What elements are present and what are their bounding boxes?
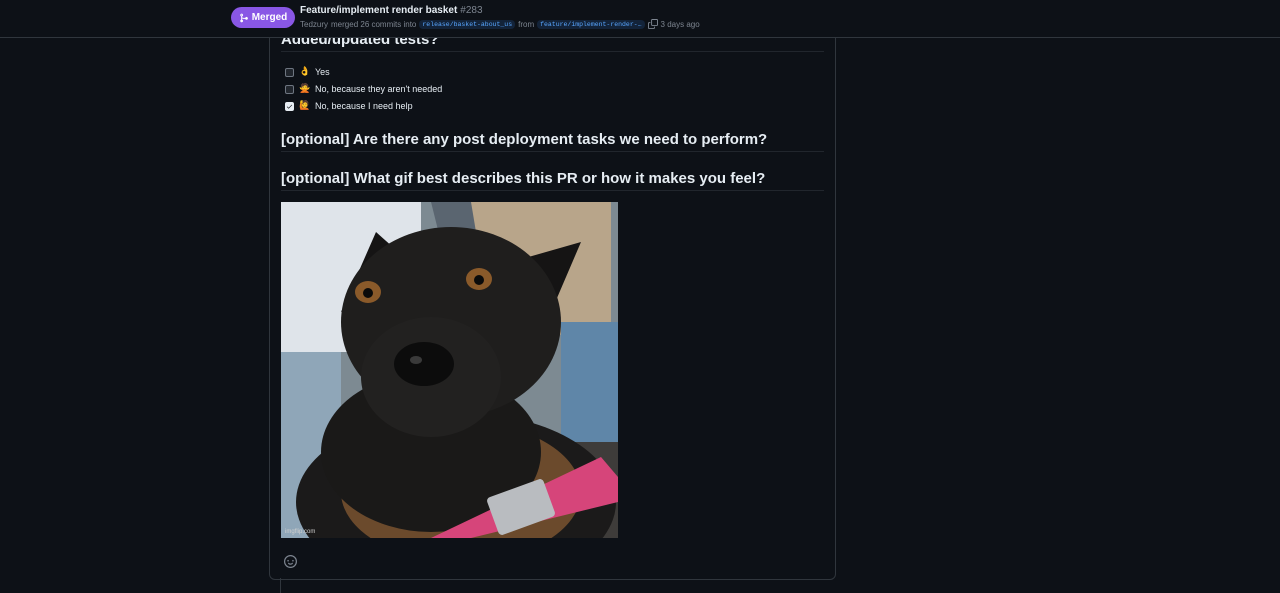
task-label: No, because they aren't needed <box>315 84 443 94</box>
task-item-not-needed: 🙅 No, because they aren't needed <box>285 84 442 94</box>
person-raising-hand-icon: 🙋 <box>299 101 311 111</box>
status-label: Merged <box>251 12 288 23</box>
task-item-yes: 👌 Yes <box>285 67 330 77</box>
task-label: Yes <box>315 67 330 77</box>
pr-number: #283 <box>460 5 483 16</box>
task-checkbox-checked[interactable] <box>285 101 294 111</box>
heading-divider <box>281 190 824 191</box>
task-checkbox[interactable] <box>285 84 294 94</box>
pr-title-line: Feature/implement render basket #283 <box>300 5 483 16</box>
merge-text: merged 26 commits into <box>331 19 417 29</box>
task-item-need-help: 🙋 No, because I need help <box>285 101 413 111</box>
gif-heading: [optional] What gif best describes this … <box>281 170 766 187</box>
dog-image <box>281 202 618 538</box>
gif-watermark: imgflip.com <box>285 529 316 535</box>
copy-icon[interactable] <box>647 19 658 29</box>
heading-divider <box>281 151 824 152</box>
pr-meta-line: Tedzury merged 26 commits into release/b… <box>300 19 700 29</box>
head-branch[interactable]: feature/implement-render-… <box>537 19 645 29</box>
sticky-pr-header: Merged Feature/implement render basket #2… <box>0 0 1280 38</box>
task-checkbox[interactable] <box>285 67 294 77</box>
merged-status-badge: Merged <box>231 7 295 28</box>
add-reaction-button[interactable] <box>282 553 298 569</box>
smiley-icon <box>283 554 297 568</box>
from-text: from <box>518 19 535 29</box>
git-merge-icon <box>239 13 248 22</box>
base-branch[interactable]: release/basket-about_us <box>419 19 516 29</box>
post-deploy-heading: [optional] Are there any post deployment… <box>281 131 768 148</box>
person-gesturing-no-icon: 🙅 <box>299 84 311 94</box>
timeline-line <box>280 578 281 593</box>
ok-hand-icon: 👌 <box>299 67 311 77</box>
pr-title[interactable]: Feature/implement render basket <box>300 5 457 16</box>
pr-author[interactable]: Tedzury <box>300 20 328 29</box>
task-label: No, because I need help <box>315 101 413 111</box>
heading-divider <box>281 51 824 52</box>
reaction-gif-dog[interactable]: imgflip.com <box>281 202 618 538</box>
pr-description-comment: Added/updated tests? 👌 Yes 🙅 No, because… <box>269 22 836 580</box>
time-ago: 3 days ago <box>660 19 700 29</box>
check-icon <box>286 104 293 109</box>
